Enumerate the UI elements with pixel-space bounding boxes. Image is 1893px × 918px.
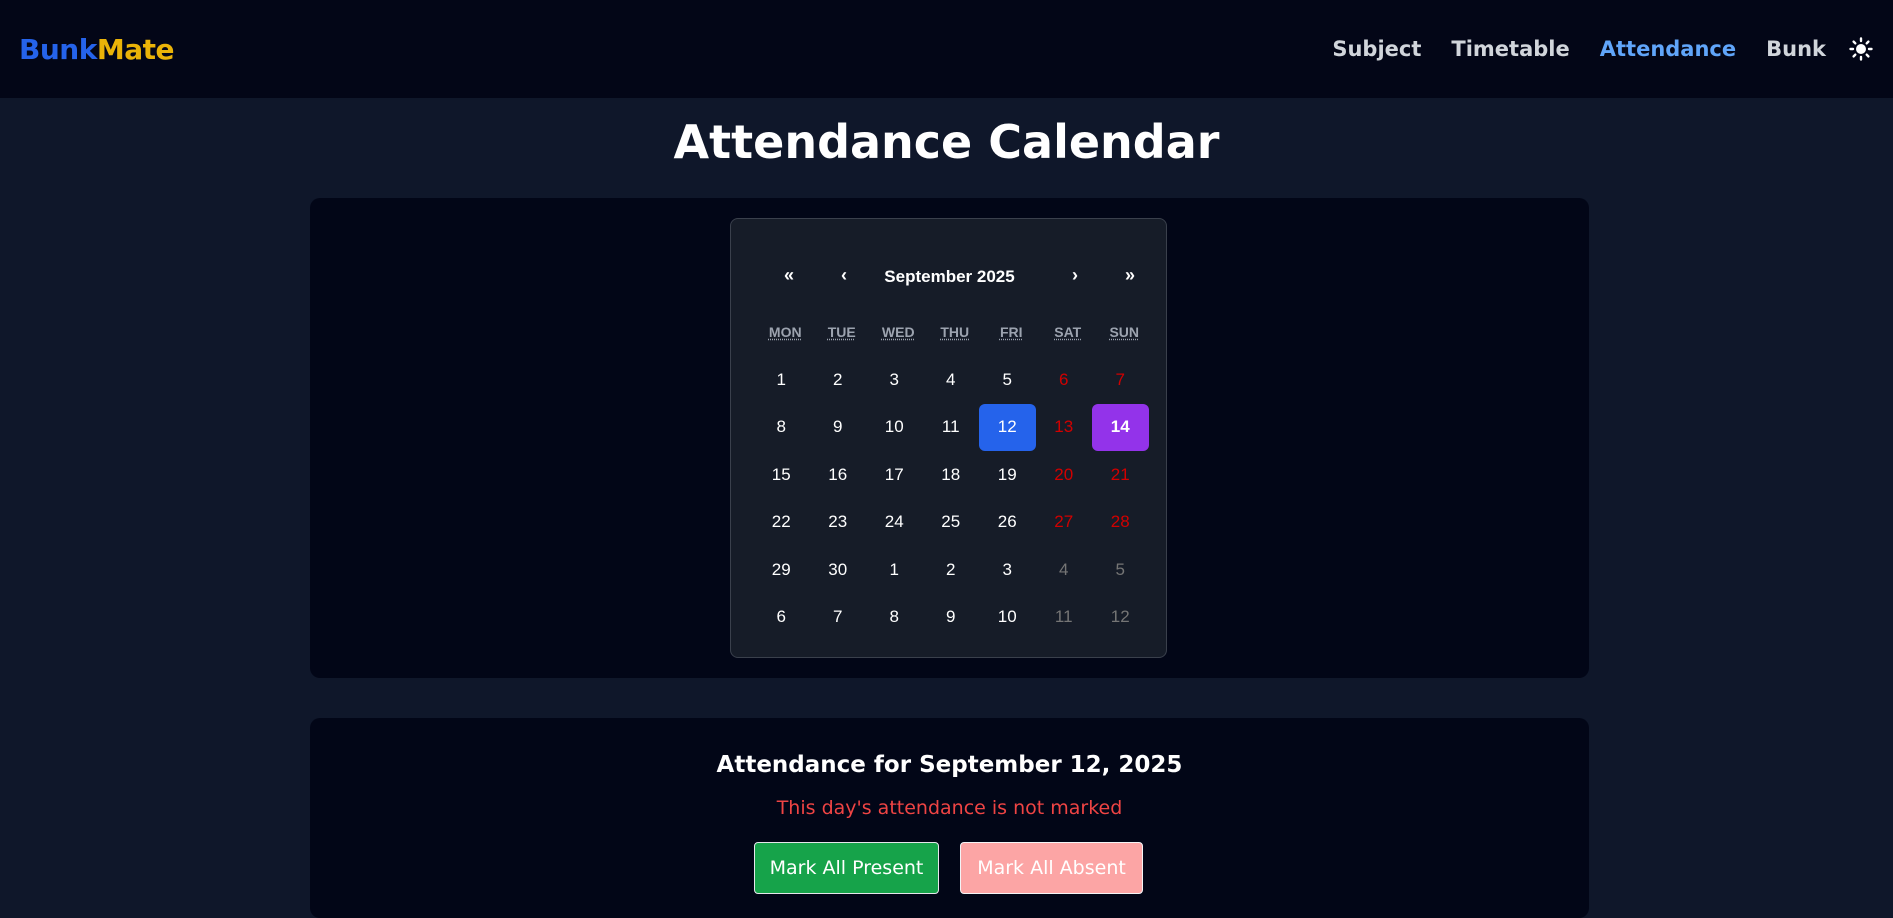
calendar-day[interactable]: 29 bbox=[753, 546, 810, 594]
weekday-label: WED bbox=[881, 324, 915, 340]
calendar-day-weekend[interactable]: 27 bbox=[1036, 499, 1093, 547]
calendar-day-weekend[interactable]: 6 bbox=[1036, 356, 1093, 404]
brand-part-bunk: Bunk bbox=[19, 32, 97, 66]
nav-link-bunk[interactable]: Bunk bbox=[1766, 37, 1826, 61]
calendar-day-next-month[interactable]: 1 bbox=[866, 546, 923, 594]
calendar-days-grid: 1 2 3 4 5 6 7 8 9 10 11 12 13 14 15 16 1… bbox=[753, 356, 1149, 641]
calendar-day[interactable]: 24 bbox=[866, 499, 923, 547]
next-year-button[interactable]: » bbox=[1110, 265, 1150, 286]
calendar-day[interactable]: 15 bbox=[753, 451, 810, 499]
calendar-day[interactable]: 26 bbox=[979, 499, 1036, 547]
calendar-day-next-month[interactable]: 8 bbox=[866, 594, 923, 642]
calendar-day-next-month[interactable]: 3 bbox=[979, 546, 1036, 594]
brand-part-mate: Mate bbox=[96, 32, 175, 66]
calendar-day[interactable]: 4 bbox=[923, 356, 980, 404]
calendar-day[interactable]: 19 bbox=[979, 451, 1036, 499]
calendar-day[interactable]: 1 bbox=[753, 356, 810, 404]
calendar-day-next-month[interactable]: 6 bbox=[753, 594, 810, 642]
mark-all-absent-button[interactable]: Mark All Absent bbox=[960, 842, 1143, 894]
calendar-day[interactable]: 2 bbox=[810, 356, 867, 404]
calendar-day-weekend[interactable]: 13 bbox=[1036, 404, 1093, 452]
brand-logo[interactable]: BunkMate bbox=[19, 33, 174, 66]
weekday-label: FRI bbox=[999, 324, 1023, 340]
calendar-day[interactable]: 18 bbox=[923, 451, 980, 499]
calendar-day[interactable]: 25 bbox=[923, 499, 980, 547]
attendance-status: This day's attendance is not marked bbox=[776, 797, 1123, 819]
navbar: BunkMate Subject Timetable Attendance Bu… bbox=[0, 0, 1893, 98]
theme-toggle-button[interactable] bbox=[1848, 36, 1874, 62]
calendar-day[interactable]: 3 bbox=[866, 356, 923, 404]
weekday-label: TUE bbox=[827, 324, 856, 340]
mark-all-present-button[interactable]: Mark All Present bbox=[754, 842, 939, 894]
sun-icon bbox=[1849, 37, 1873, 61]
month-label[interactable]: September 2025 bbox=[861, 267, 1038, 287]
calendar-day[interactable]: 22 bbox=[753, 499, 810, 547]
next-month-button[interactable]: › bbox=[1055, 265, 1095, 286]
nav-link-subject[interactable]: Subject bbox=[1332, 37, 1421, 61]
calendar-day-next-month-weekend[interactable]: 5 bbox=[1092, 546, 1149, 594]
calendar-day-weekend[interactable]: 28 bbox=[1092, 499, 1149, 547]
weekday-label: SUN bbox=[1109, 324, 1140, 340]
calendar-day-next-month-weekend[interactable]: 12 bbox=[1092, 594, 1149, 642]
calendar-day-weekend[interactable]: 20 bbox=[1036, 451, 1093, 499]
calendar-day-today[interactable]: 14 bbox=[1092, 403, 1149, 451]
calendar-panel: « ‹ September 2025 › » MON TUE WED THU F… bbox=[310, 198, 1589, 678]
calendar-day-next-month[interactable]: 9 bbox=[923, 594, 980, 642]
calendar-day[interactable]: 10 bbox=[866, 404, 923, 452]
nav-links: Subject Timetable Attendance Bunk bbox=[1302, 36, 1874, 62]
calendar-day[interactable]: 9 bbox=[810, 404, 867, 452]
prev-year-button[interactable]: « bbox=[769, 265, 809, 286]
calendar-day-weekend[interactable]: 7 bbox=[1092, 356, 1149, 404]
calendar-day-next-month-weekend[interactable]: 4 bbox=[1036, 546, 1093, 594]
calendar-day-next-month[interactable]: 10 bbox=[979, 594, 1036, 642]
calendar-day[interactable]: 5 bbox=[979, 356, 1036, 404]
weekday-label: SAT bbox=[1054, 324, 1082, 340]
calendar-day[interactable]: 30 bbox=[810, 546, 867, 594]
weekday-label: THU bbox=[940, 324, 970, 340]
page-title: Attendance Calendar bbox=[673, 115, 1220, 169]
prev-month-button[interactable]: ‹ bbox=[824, 265, 864, 286]
calendar-day[interactable]: 8 bbox=[753, 404, 810, 452]
calendar-day[interactable]: 11 bbox=[923, 404, 980, 452]
nav-link-attendance[interactable]: Attendance bbox=[1600, 37, 1736, 61]
calendar-day-selected[interactable]: 12 bbox=[979, 403, 1036, 451]
calendar: « ‹ September 2025 › » MON TUE WED THU F… bbox=[730, 218, 1167, 658]
attendance-title: Attendance for September 12, 2025 bbox=[716, 752, 1183, 778]
calendar-day-weekend[interactable]: 21 bbox=[1092, 451, 1149, 499]
calendar-day-next-month[interactable]: 2 bbox=[923, 546, 980, 594]
calendar-day[interactable]: 17 bbox=[866, 451, 923, 499]
weekday-header: MON TUE WED THU FRI SAT SUN bbox=[757, 324, 1153, 340]
nav-link-timetable[interactable]: Timetable bbox=[1451, 37, 1569, 61]
calendar-day-next-month-weekend[interactable]: 11 bbox=[1036, 594, 1093, 642]
attendance-panel: Attendance for September 12, 2025 This d… bbox=[310, 718, 1589, 918]
calendar-day[interactable]: 16 bbox=[810, 451, 867, 499]
calendar-day[interactable]: 23 bbox=[810, 499, 867, 547]
calendar-day-next-month[interactable]: 7 bbox=[810, 594, 867, 642]
calendar-navigation: « ‹ September 2025 › » bbox=[731, 265, 1166, 295]
weekday-label: MON bbox=[768, 324, 802, 340]
